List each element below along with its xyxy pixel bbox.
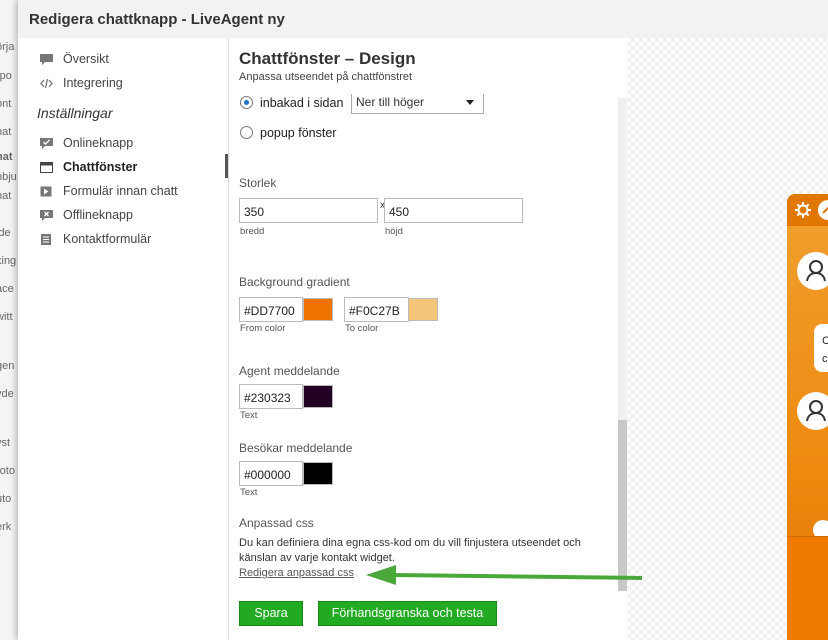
agent-color-swatch[interactable] — [303, 385, 333, 408]
height-label: höjd — [385, 226, 403, 237]
bg-text: gen — [0, 360, 15, 372]
sidebar-item-label: Integrering — [63, 76, 123, 90]
message-text: C — [822, 335, 828, 347]
sidebar-item-label: Onlineknapp — [63, 136, 134, 150]
bg-text: ace — [0, 283, 14, 295]
radio-inline[interactable] — [240, 96, 253, 109]
sidebar-item-online-button[interactable]: Onlineknapp — [40, 133, 133, 153]
bg-text: hat — [0, 190, 12, 202]
agent-color-label: Text — [240, 410, 258, 421]
bg-text: witt — [0, 311, 13, 323]
position-select[interactable]: Ner till höger — [351, 94, 484, 114]
bg-text: nbju — [0, 171, 17, 183]
from-color-swatch[interactable] — [303, 298, 333, 321]
gear-icon[interactable] — [795, 202, 811, 218]
position-select-value: Ner till höger — [356, 95, 425, 109]
play-icon — [40, 186, 53, 197]
chat-x-icon — [40, 209, 53, 221]
preview-test-button[interactable]: Förhandsgranska och testa — [318, 601, 497, 626]
chat-footer — [787, 536, 828, 640]
visitor-color-label: Text — [240, 487, 258, 498]
agent-message-title: Agent meddelande — [239, 364, 340, 378]
radio-inline-label: inbakad i sidan — [260, 96, 344, 110]
section-title: Inställningar — [37, 105, 113, 121]
sidebar-item-label: Chattfönster — [63, 160, 138, 174]
bg-text: ont — [0, 98, 12, 110]
minimize-icon[interactable] — [818, 200, 828, 220]
visitor-message-title: Besökar meddelande — [239, 441, 353, 455]
to-color-swatch[interactable] — [408, 298, 438, 321]
agent-color-input[interactable]: #230323 — [239, 384, 303, 409]
sidebar-item-label: Kontaktformulär — [63, 232, 152, 246]
size-title: Storlek — [239, 176, 277, 190]
sidebar-item-offline-button[interactable]: Offlineknapp — [40, 205, 133, 225]
agent-avatar-icon — [797, 392, 828, 430]
radio-popup-label: popup fönster — [260, 126, 337, 140]
page-title: Chattfönster – Design — [239, 49, 416, 68]
bg-text: vde — [0, 388, 14, 400]
chat-preview-area: C c — [627, 38, 828, 640]
chevron-down-icon — [466, 100, 474, 105]
sidebar-item-label: Översikt — [63, 52, 109, 66]
page-subtitle: Anpassa utseendet på chattfönstret — [239, 71, 413, 83]
bg-text: erk — [0, 521, 12, 533]
comment-icon — [40, 53, 53, 65]
visitor-color-input[interactable]: #000000 — [239, 461, 303, 486]
dialog-title: Redigera chattknapp - LiveAgent ny — [29, 11, 285, 28]
code-icon — [40, 78, 53, 89]
width-input[interactable]: 350 — [239, 198, 378, 223]
bg-text: ide — [0, 227, 11, 239]
sidebar-item-label: Formulär innan chatt — [63, 184, 178, 198]
custom-css-description: Du kan definiera dina egna css-kod om du… — [239, 537, 581, 564]
bg-text: yst — [0, 437, 11, 449]
from-color-label: From color — [240, 323, 286, 334]
height-input[interactable]: 450 — [384, 198, 523, 223]
message-text: c — [822, 353, 828, 365]
edit-chat-button-dialog: Redigera chattknapp - LiveAgent ny Övers… — [18, 0, 828, 640]
message-bubble: C c — [814, 324, 828, 372]
bg-text: king — [0, 255, 17, 267]
sidebar-item-integration[interactable]: Integrering — [40, 73, 123, 93]
bg-text: örja — [0, 41, 15, 53]
design-panel: Chattfönster – Design Anpassa utseendet … — [229, 38, 628, 640]
bg-text: roto — [0, 465, 15, 477]
to-color-label: To color — [345, 323, 379, 334]
from-color-input[interactable]: #DD7700 — [239, 297, 303, 322]
bg-text: uto — [0, 493, 12, 505]
sidebar-item-label: Offlineknapp — [63, 208, 133, 222]
save-button[interactable]: Spara — [239, 601, 303, 626]
bg-text: hat — [0, 126, 12, 138]
chat-window-preview: C c — [787, 194, 828, 640]
visitor-color-swatch[interactable] — [303, 462, 333, 485]
chat-header — [787, 194, 828, 226]
sidebar-item-overview[interactable]: Översikt — [40, 49, 109, 69]
form-icon — [40, 233, 53, 245]
radio-popup[interactable] — [240, 126, 253, 139]
width-label: bredd — [240, 226, 265, 237]
agent-avatar-icon — [797, 252, 828, 290]
dialog-titlebar: Redigera chattknapp - LiveAgent ny — [18, 0, 828, 39]
custom-css-title: Anpassad css — [239, 516, 314, 530]
to-color-input[interactable]: #F0C27B — [344, 297, 409, 322]
bg-text: -po — [0, 70, 12, 82]
edit-custom-css-link[interactable]: Redigera anpassad css — [239, 567, 354, 579]
bg-text: hat — [0, 151, 13, 163]
sidebar-item-prechat-form[interactable]: Formulär innan chatt — [40, 181, 178, 201]
chat-check-icon — [40, 137, 53, 149]
settings-sidebar: Översikt Integrering Inställningar Onlin… — [18, 38, 228, 640]
window-icon — [40, 161, 53, 173]
sidebar-item-chat-window[interactable]: Chattfönster — [40, 157, 137, 177]
sidebar-item-contact-form[interactable]: Kontaktformulär — [40, 229, 151, 249]
gradient-title: Background gradient — [239, 275, 350, 289]
